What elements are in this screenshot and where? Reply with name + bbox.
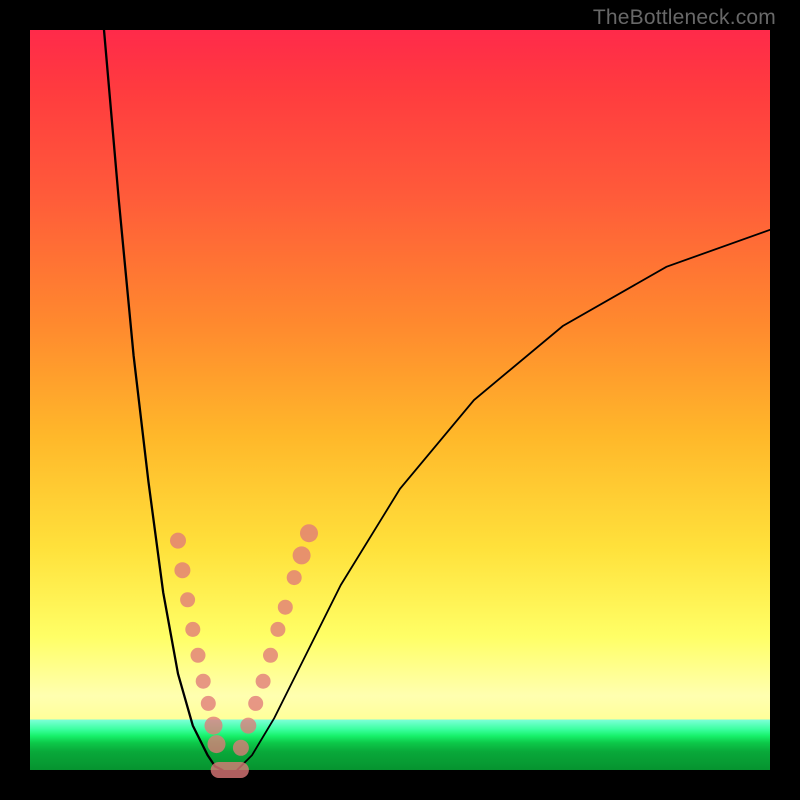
- beads-right: [233, 524, 318, 756]
- chart-svg: [30, 30, 770, 770]
- beads-left: [170, 533, 226, 754]
- bottom-capsule: [211, 762, 249, 778]
- left-curve: [104, 30, 222, 770]
- outer-frame: TheBottleneck.com: [0, 0, 800, 800]
- plot-area: [30, 30, 770, 770]
- right-curve: [237, 230, 770, 770]
- watermark-text: TheBottleneck.com: [593, 6, 776, 30]
